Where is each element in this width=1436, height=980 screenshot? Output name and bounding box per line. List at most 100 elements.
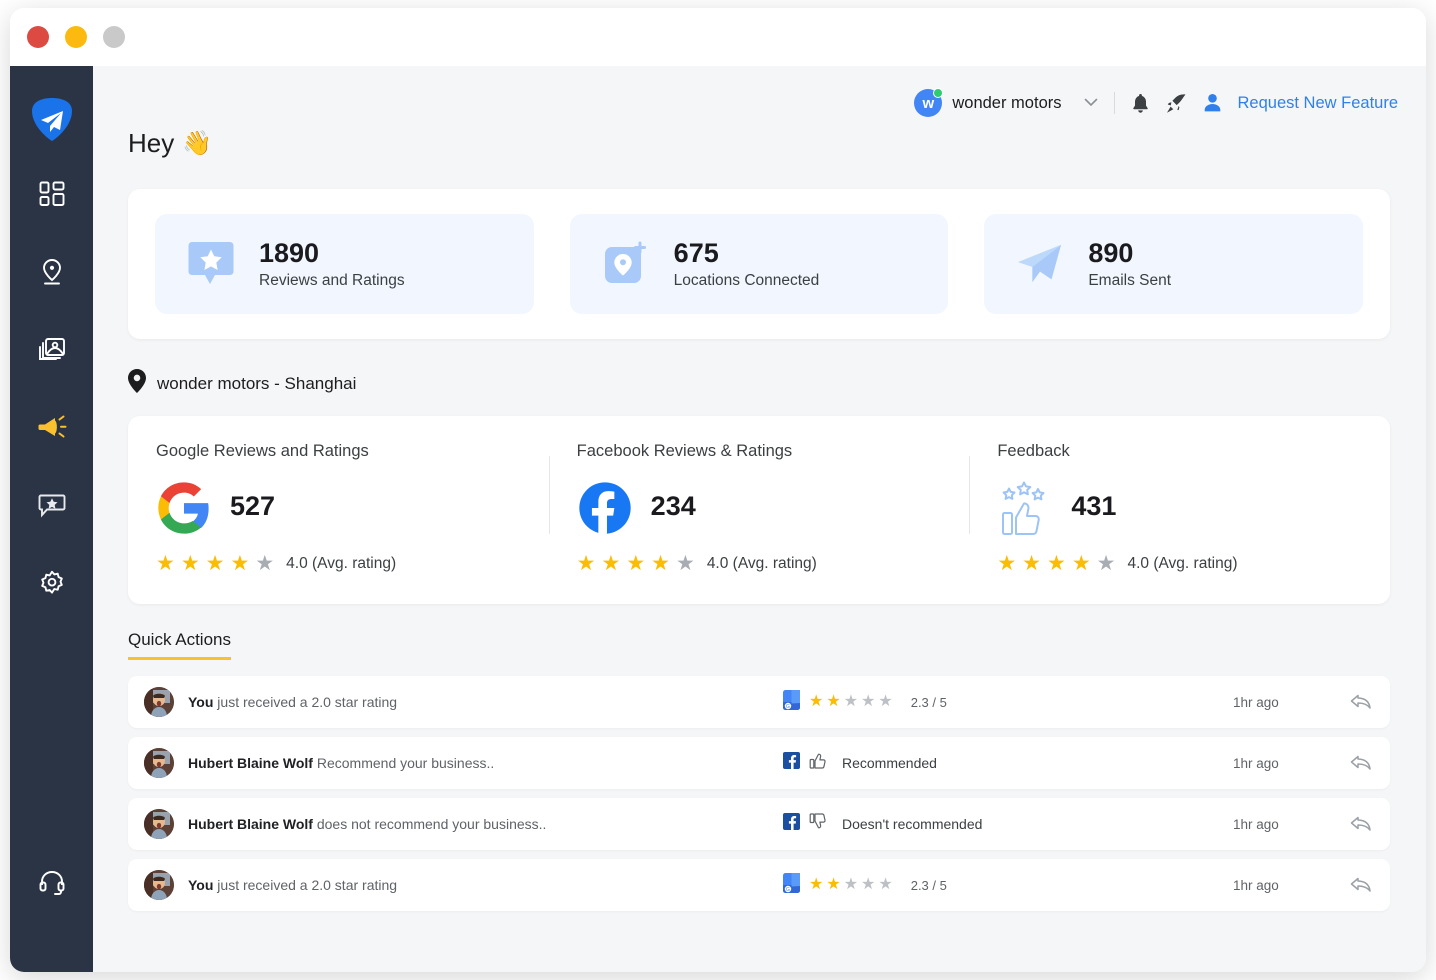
rating-column-facebook: Facebook Reviews & Ratings 234 ★★★★★ bbox=[549, 442, 970, 574]
map-pin-icon bbox=[128, 369, 146, 398]
row-detail: does not recommend your business.. bbox=[313, 816, 546, 832]
svg-text:G: G bbox=[786, 887, 790, 893]
map-pin-icon bbox=[39, 258, 65, 286]
avatar bbox=[144, 809, 174, 839]
rocket-icon[interactable] bbox=[1166, 93, 1187, 114]
paper-plane-icon bbox=[1016, 240, 1064, 288]
row-score: 2.3 / 5 bbox=[911, 878, 947, 893]
avatar bbox=[144, 687, 174, 717]
row-verdict: Recommended bbox=[842, 755, 937, 771]
location-name: wonder motors - Shanghai bbox=[157, 374, 356, 394]
row-timestamp: 1hr ago bbox=[1233, 817, 1279, 832]
avatar bbox=[144, 870, 174, 900]
sidebar-item-support[interactable] bbox=[26, 856, 78, 908]
reply-arrow-icon[interactable] bbox=[1350, 693, 1372, 711]
grid-dashboard-icon bbox=[39, 181, 65, 207]
row-actor: You bbox=[188, 877, 213, 893]
rating-average-text: 4.0 (Avg. rating) bbox=[1127, 555, 1237, 573]
current-location: wonder motors - Shanghai bbox=[128, 369, 1426, 398]
row-detail: just received a 2.0 star rating bbox=[213, 877, 397, 893]
row-detail: just received a 2.0 star rating bbox=[213, 694, 397, 710]
rating-stars: ★★★★★ bbox=[156, 553, 274, 574]
image-gallery-icon bbox=[38, 337, 66, 363]
stat-label: Locations Connected bbox=[674, 272, 820, 290]
reply-arrow-icon[interactable] bbox=[1350, 815, 1372, 833]
rating-column-google: Google Reviews and Ratings 527 bbox=[128, 442, 549, 574]
review-bubble-star-icon bbox=[38, 493, 66, 519]
row-rating-group: G ★★★★★ 2.3 / 5 bbox=[783, 873, 947, 898]
reply-arrow-icon[interactable] bbox=[1350, 876, 1372, 894]
stat-value: 1890 bbox=[259, 238, 405, 268]
window-minimize-button[interactable] bbox=[65, 26, 87, 48]
table-row[interactable]: Hubert Blaine Wolf does not recommend yo… bbox=[128, 798, 1390, 850]
rating-average-text: 4.0 (Avg. rating) bbox=[707, 555, 817, 573]
stat-label: Emails Sent bbox=[1088, 272, 1171, 290]
stat-value: 675 bbox=[674, 238, 820, 268]
stat-value: 890 bbox=[1088, 238, 1171, 268]
row-timestamp: 1hr ago bbox=[1233, 756, 1279, 771]
row-stars: ★★★★★ bbox=[809, 877, 893, 893]
row-detail: Recommend your business.. bbox=[313, 755, 494, 771]
window-maximize-button[interactable] bbox=[103, 26, 125, 48]
google-business-icon: G bbox=[783, 873, 800, 898]
gear-icon bbox=[38, 570, 66, 598]
row-message: You just received a 2.0 star rating bbox=[188, 877, 397, 893]
topbar-divider bbox=[1114, 92, 1115, 114]
sidebar-item-campaigns[interactable] bbox=[26, 402, 78, 454]
stats-panel: 1890 Reviews and Ratings 67 bbox=[128, 189, 1390, 339]
row-message: You just received a 2.0 star rating bbox=[188, 694, 397, 710]
chevron-down-icon[interactable] bbox=[1084, 96, 1098, 110]
quick-actions-heading[interactable]: Quick Actions bbox=[128, 630, 231, 660]
star-bubble-icon bbox=[187, 240, 235, 288]
rating-stars: ★★★★★ bbox=[997, 553, 1115, 574]
table-row[interactable]: You just received a 2.0 star rating G bbox=[128, 859, 1390, 911]
rating-title: Feedback bbox=[997, 442, 1362, 461]
facebook-square-icon bbox=[783, 813, 800, 835]
sidebar-item-settings[interactable] bbox=[26, 558, 78, 610]
sidebar bbox=[10, 66, 93, 972]
sidebar-item-locations[interactable] bbox=[26, 246, 78, 298]
org-avatar: w bbox=[914, 89, 942, 117]
reply-arrow-icon[interactable] bbox=[1350, 754, 1372, 772]
row-verdict-group: Doesn't recommended bbox=[783, 812, 982, 836]
row-actor: Hubert Blaine Wolf bbox=[188, 755, 313, 771]
main-content: w wonder motors bbox=[93, 66, 1426, 972]
rating-average-text: 4.0 (Avg. rating) bbox=[286, 555, 396, 573]
ratings-panel: Google Reviews and Ratings 527 bbox=[128, 416, 1390, 604]
svg-text:G: G bbox=[786, 704, 790, 710]
org-switcher[interactable]: w wonder motors bbox=[914, 89, 1097, 117]
rating-column-feedback: Feedback 431 bbox=[969, 442, 1390, 574]
table-row[interactable]: Hubert Blaine Wolf Recommend your busine… bbox=[128, 737, 1390, 789]
window-titlebar bbox=[10, 8, 1426, 66]
row-timestamp: 1hr ago bbox=[1233, 878, 1279, 893]
thumbs-up-icon bbox=[809, 751, 828, 775]
row-actor: Hubert Blaine Wolf bbox=[188, 816, 313, 832]
page-title: Hey 👋 bbox=[128, 128, 1426, 159]
row-message: Hubert Blaine Wolf Recommend your busine… bbox=[188, 755, 494, 771]
megaphone-icon bbox=[37, 415, 67, 441]
sidebar-item-logo[interactable] bbox=[26, 94, 78, 146]
app-window: w wonder motors bbox=[10, 8, 1426, 972]
rating-title: Facebook Reviews & Ratings bbox=[577, 442, 942, 461]
window-close-button[interactable] bbox=[27, 26, 49, 48]
google-business-icon: G bbox=[783, 690, 800, 715]
headset-icon bbox=[38, 868, 66, 896]
user-icon[interactable] bbox=[1203, 93, 1222, 113]
rating-title: Google Reviews and Ratings bbox=[156, 442, 521, 461]
sidebar-item-dashboard[interactable] bbox=[26, 168, 78, 220]
sidebar-item-reviews[interactable] bbox=[26, 480, 78, 532]
quick-actions-list: You just received a 2.0 star rating G bbox=[128, 676, 1390, 911]
request-new-feature-link[interactable]: Request New Feature bbox=[1238, 94, 1399, 113]
table-row[interactable]: You just received a 2.0 star rating G bbox=[128, 676, 1390, 728]
row-message: Hubert Blaine Wolf does not recommend yo… bbox=[188, 816, 546, 832]
stat-card-emails: 890 Emails Sent bbox=[984, 214, 1363, 314]
rating-count: 431 bbox=[1071, 491, 1116, 522]
rating-count: 527 bbox=[230, 491, 275, 522]
stat-card-locations: 675 Locations Connected bbox=[570, 214, 949, 314]
sidebar-item-media[interactable] bbox=[26, 324, 78, 376]
rating-stars: ★★★★★ bbox=[577, 553, 695, 574]
thumbs-up-stars-icon bbox=[997, 480, 1049, 532]
bell-icon[interactable] bbox=[1131, 93, 1150, 114]
row-verdict: Doesn't recommended bbox=[842, 816, 982, 832]
row-verdict-group: Recommended bbox=[783, 751, 937, 775]
